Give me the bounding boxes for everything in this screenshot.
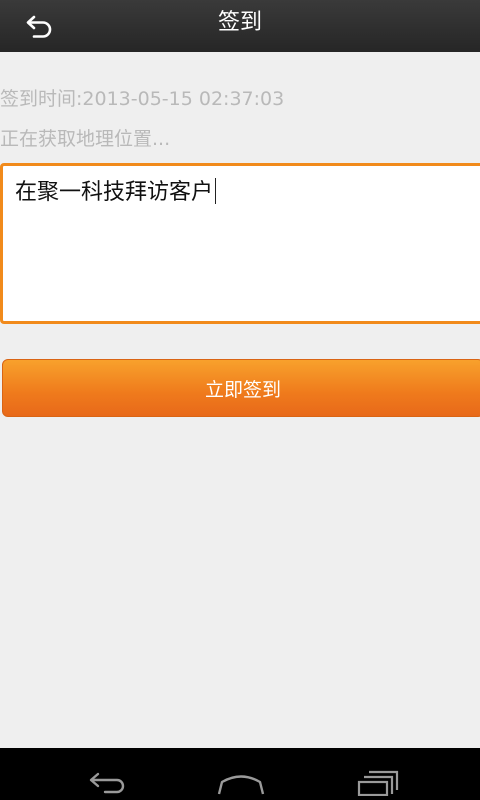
nav-recent-apps-button[interactable] bbox=[347, 762, 407, 796]
system-navigation-bar bbox=[0, 748, 480, 800]
note-textarea[interactable]: 在聚一科技拜访客户 bbox=[0, 163, 480, 324]
home-icon bbox=[217, 775, 265, 795]
checkin-time-label: 签到时间:2013-05-15 02:37:03 bbox=[0, 88, 285, 110]
back-icon bbox=[89, 772, 125, 794]
location-status-label: 正在获取地理位置... bbox=[0, 128, 171, 150]
text-cursor bbox=[215, 178, 217, 204]
page-title: 签到 bbox=[217, 10, 262, 35]
checkin-button-label: 立即签到 bbox=[204, 378, 281, 401]
note-text: 在聚一科技拜访客户 bbox=[15, 180, 214, 205]
screen: 签到 签到时间:2013-05-15 02:37:03 正在获取地理位置... … bbox=[0, 0, 480, 800]
nav-home-button[interactable] bbox=[211, 762, 271, 796]
checkin-button[interactable]: 立即签到 bbox=[2, 359, 480, 417]
title-bar: 签到 bbox=[0, 0, 480, 52]
recent-apps-icon bbox=[357, 770, 399, 796]
nav-back-button[interactable] bbox=[78, 762, 138, 796]
